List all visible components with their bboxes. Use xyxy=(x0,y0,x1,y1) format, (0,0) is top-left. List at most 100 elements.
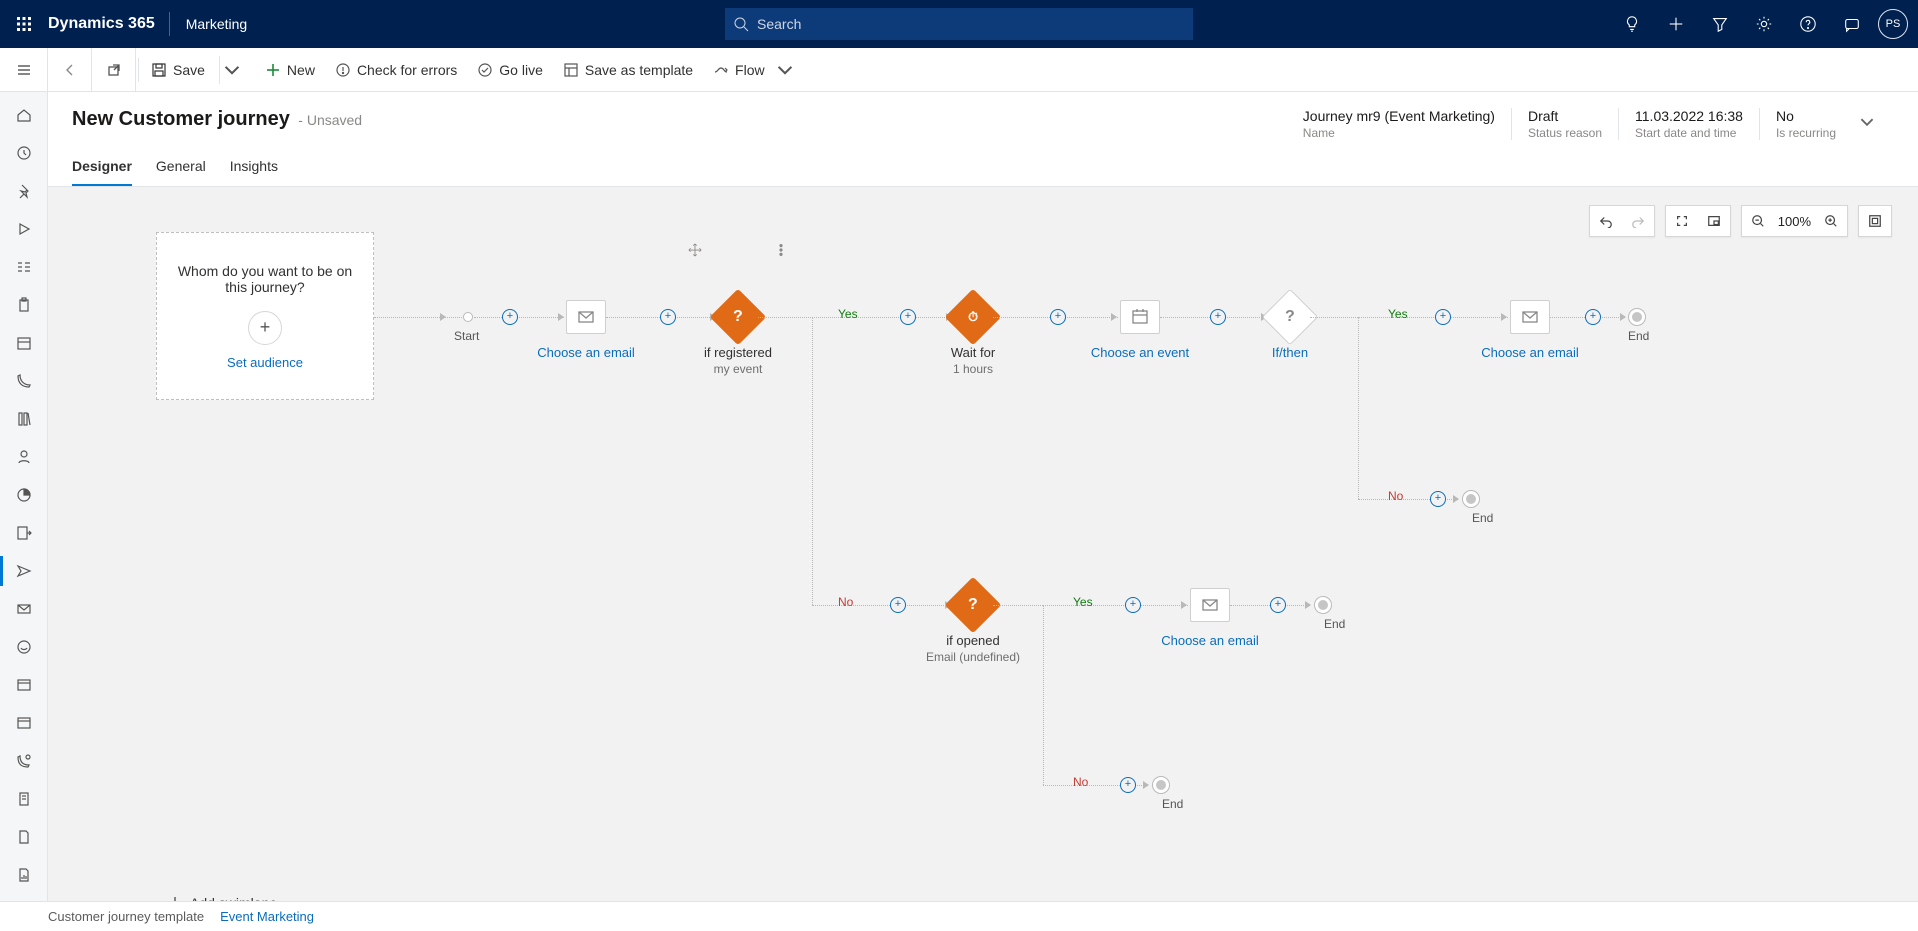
add-node-button[interactable]: + xyxy=(900,309,916,325)
nav-pinned[interactable] xyxy=(0,172,47,210)
product-brand[interactable]: Dynamics 365 xyxy=(48,15,169,33)
fit-button[interactable] xyxy=(1666,205,1698,237)
assistant-button[interactable] xyxy=(1830,0,1874,48)
zoom-in-button[interactable] xyxy=(1815,205,1847,237)
nav-social[interactable] xyxy=(0,628,47,666)
flow-button[interactable]: Flow xyxy=(703,48,803,92)
help-button[interactable] xyxy=(1786,0,1830,48)
more-icon[interactable] xyxy=(774,243,788,257)
record-header-fields: Journey mr9 (Event Marketing) Name Draft… xyxy=(1287,108,1852,140)
node-if-then[interactable]: ? xyxy=(1270,297,1310,337)
node-email-yes-label[interactable]: Choose an email xyxy=(1450,345,1610,360)
node-if-then-label[interactable]: If/then xyxy=(1210,345,1370,360)
settings-button[interactable] xyxy=(1742,0,1786,48)
audience-add-button[interactable]: + xyxy=(248,311,282,345)
audience-start-box[interactable]: Whom do you want to be on this journey? … xyxy=(156,232,374,400)
zoom-out-button[interactable] xyxy=(1742,205,1774,237)
add-node-button[interactable]: + xyxy=(660,309,676,325)
filter-button[interactable] xyxy=(1698,0,1742,48)
move-icon[interactable] xyxy=(688,243,702,257)
add-button[interactable] xyxy=(1654,0,1698,48)
nav-building[interactable] xyxy=(0,780,47,818)
audience-question: Whom do you want to be on this journey? xyxy=(169,263,361,295)
node-wait[interactable]: ⏱ xyxy=(953,297,993,337)
save-split-chevron[interactable] xyxy=(219,56,245,84)
nav-outbound[interactable] xyxy=(0,514,47,552)
add-node-button[interactable]: + xyxy=(1270,597,1286,613)
nav-email[interactable] xyxy=(0,590,47,628)
header-field-name[interactable]: Journey mr9 (Event Marketing) Name xyxy=(1287,108,1511,140)
header-field-recurring[interactable]: No Is recurring xyxy=(1759,108,1852,140)
designer-canvas[interactable]: Whom do you want to be on this journey? … xyxy=(48,187,1608,901)
nav-segments[interactable] xyxy=(0,476,47,514)
back-button[interactable] xyxy=(48,48,92,92)
fullscreen-button[interactable] xyxy=(1859,205,1891,237)
nav-toggle-button[interactable] xyxy=(0,48,48,92)
minimap-button[interactable] xyxy=(1698,205,1730,237)
add-node-button[interactable]: + xyxy=(1435,309,1451,325)
check-errors-button[interactable]: Check for errors xyxy=(325,48,467,92)
node-email-yes[interactable] xyxy=(1510,300,1550,334)
nav-page2[interactable] xyxy=(0,704,47,742)
node-email-1[interactable] xyxy=(566,300,606,334)
add-node-button[interactable]: + xyxy=(1120,777,1136,793)
nav-contacts[interactable] xyxy=(0,438,47,476)
breadcrumb-type: Customer journey template xyxy=(48,909,204,924)
redo-button[interactable] xyxy=(1622,205,1654,237)
add-node-button[interactable]: + xyxy=(1050,309,1066,325)
add-node-button[interactable]: + xyxy=(1125,597,1141,613)
audience-set-link[interactable]: Set audience xyxy=(227,355,303,370)
add-node-button[interactable]: + xyxy=(890,597,906,613)
add-node-button[interactable]: + xyxy=(502,309,518,325)
nav-library[interactable] xyxy=(0,400,47,438)
nav-callcenter[interactable] xyxy=(0,742,47,780)
breadcrumb-template-link[interactable]: Event Marketing xyxy=(220,909,314,924)
node-email-1-label[interactable]: Choose an email xyxy=(506,345,666,360)
nav-phone[interactable] xyxy=(0,362,47,400)
go-live-button[interactable]: Go live xyxy=(467,48,553,92)
open-new-window-button[interactable] xyxy=(92,48,136,92)
nav-clipboard[interactable] xyxy=(0,286,47,324)
nav-calendar[interactable] xyxy=(0,324,47,362)
product-area[interactable]: Marketing xyxy=(170,16,263,32)
tab-designer[interactable]: Designer xyxy=(72,158,132,186)
node-event[interactable] xyxy=(1120,300,1160,334)
nav-tasks[interactable] xyxy=(0,248,47,286)
nav-grid[interactable] xyxy=(0,894,47,901)
node-email-opened-label[interactable]: Choose an email xyxy=(1130,633,1290,648)
flow-icon xyxy=(713,62,729,78)
chevron-down-icon xyxy=(224,62,240,78)
save-button[interactable]: Save xyxy=(141,48,255,92)
lightbulb-button[interactable] xyxy=(1610,0,1654,48)
add-swimlane-label: Add swimlane xyxy=(190,895,277,901)
nav-recent[interactable] xyxy=(0,134,47,172)
node-email-opened[interactable] xyxy=(1190,588,1230,622)
node-if-opened-label: if opened xyxy=(893,633,1053,648)
node-event-label[interactable]: Choose an event xyxy=(1060,345,1220,360)
nav-home[interactable] xyxy=(0,96,47,134)
header-field-start[interactable]: 11.03.2022 16:38 Start date and time xyxy=(1618,108,1759,140)
nav-journeys[interactable] xyxy=(0,552,47,590)
user-avatar[interactable]: PS xyxy=(1878,9,1908,39)
tab-general[interactable]: General xyxy=(156,158,206,186)
tab-insights[interactable]: Insights xyxy=(230,158,278,186)
nav-play[interactable] xyxy=(0,210,47,248)
node-if-opened[interactable]: ? xyxy=(953,585,993,625)
add-node-button[interactable]: + xyxy=(1585,309,1601,325)
save-as-template-button[interactable]: Save as template xyxy=(553,48,703,92)
undo-button[interactable] xyxy=(1590,205,1622,237)
add-node-button[interactable]: + xyxy=(1430,491,1446,507)
new-button[interactable]: New xyxy=(255,48,325,92)
nav-page1[interactable] xyxy=(0,666,47,704)
app-launcher-button[interactable] xyxy=(0,16,48,32)
add-node-button[interactable]: + xyxy=(1210,309,1226,325)
header-expand-button[interactable] xyxy=(1852,115,1894,134)
nav-report[interactable] xyxy=(0,856,47,894)
left-nav-rail: OM xyxy=(0,92,48,901)
add-swimlane-button[interactable]: Add swimlane xyxy=(168,895,277,901)
nav-doc[interactable] xyxy=(0,818,47,856)
global-search-input[interactable] xyxy=(725,8,1193,40)
header-field-status[interactable]: Draft Status reason xyxy=(1511,108,1618,140)
designer-canvas-wrap[interactable]: 100% Whom do you want to be on this jour… xyxy=(48,187,1918,901)
node-if-registered[interactable]: ? xyxy=(718,297,758,337)
